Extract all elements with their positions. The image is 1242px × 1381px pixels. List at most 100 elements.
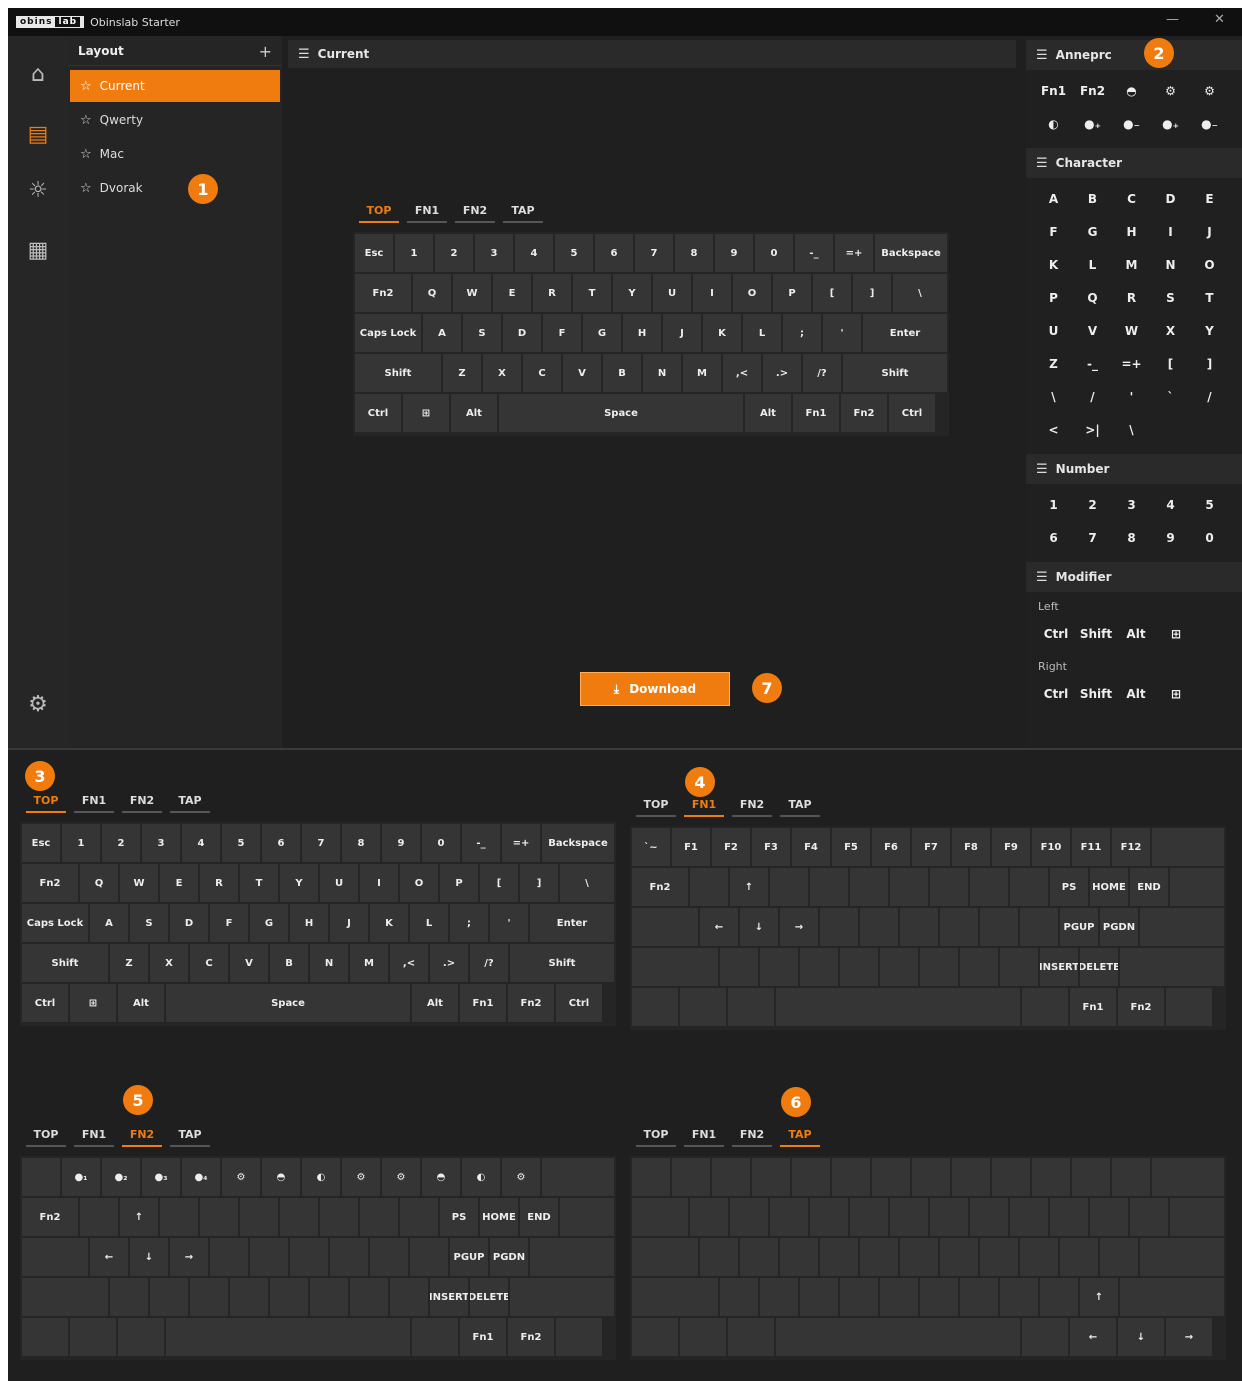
key[interactable]: \ — [893, 274, 947, 312]
key[interactable]: ◓ — [262, 1158, 300, 1196]
tab-fn1[interactable]: FN1 — [70, 1128, 118, 1147]
key[interactable] — [980, 908, 1018, 946]
palette-key[interactable]: ●₊ — [1151, 109, 1190, 138]
palette-key[interactable]: X — [1151, 316, 1190, 345]
key[interactable]: T — [573, 274, 611, 312]
key[interactable]: ' — [490, 904, 528, 942]
palette-key[interactable]: ●₋ — [1190, 109, 1229, 138]
palette-key[interactable]: Q — [1073, 283, 1112, 312]
key[interactable]: X — [483, 354, 521, 392]
key[interactable] — [712, 1158, 750, 1196]
key[interactable]: Alt — [118, 984, 164, 1022]
key[interactable] — [960, 948, 998, 986]
key[interactable]: DELETE — [1080, 948, 1118, 986]
key[interactable] — [200, 1198, 238, 1236]
key[interactable]: -_ — [462, 824, 500, 862]
palette-key[interactable]: Z — [1034, 349, 1073, 378]
close-icon[interactable]: ✕ — [1214, 12, 1225, 27]
key[interactable]: K — [703, 314, 741, 352]
palette-key[interactable]: =+ — [1112, 349, 1151, 378]
key[interactable]: Caps Lock — [22, 904, 88, 942]
key[interactable]: G — [250, 904, 288, 942]
key[interactable]: J — [330, 904, 368, 942]
key[interactable]: [ — [813, 274, 851, 312]
key[interactable]: 0 — [755, 234, 793, 272]
palette-key[interactable]: B — [1073, 184, 1112, 213]
tab-fn2[interactable]: FN2 — [728, 1128, 776, 1147]
key[interactable] — [720, 1278, 758, 1316]
home-icon[interactable]: ⌂ — [20, 56, 56, 92]
key[interactable]: [ — [480, 864, 518, 902]
key[interactable]: ⊞ — [403, 394, 449, 432]
key[interactable]: ⚙ — [222, 1158, 260, 1196]
key[interactable] — [1040, 1278, 1078, 1316]
key[interactable] — [1000, 948, 1038, 986]
key[interactable] — [22, 1238, 88, 1276]
key[interactable] — [280, 1198, 318, 1236]
key[interactable] — [820, 908, 858, 946]
key[interactable] — [310, 1278, 348, 1316]
key[interactable] — [190, 1278, 228, 1316]
key[interactable]: F11 — [1072, 828, 1110, 866]
palette-key[interactable]: Ctrl — [1036, 679, 1076, 708]
key[interactable] — [940, 908, 978, 946]
key[interactable]: ⚙ — [342, 1158, 380, 1196]
key[interactable] — [1120, 1278, 1224, 1316]
key[interactable] — [872, 1158, 910, 1196]
tab-fn2[interactable]: FN2 — [118, 794, 166, 813]
key[interactable]: ↓ — [740, 908, 778, 946]
key[interactable]: ↓ — [130, 1238, 168, 1276]
key[interactable]: `~ — [632, 828, 670, 866]
key[interactable]: Alt — [745, 394, 791, 432]
palette-key[interactable]: ⚙ — [1151, 76, 1190, 105]
key[interactable]: PGUP — [1060, 908, 1098, 946]
key[interactable]: 6 — [595, 234, 633, 272]
key[interactable]: N — [643, 354, 681, 392]
key[interactable] — [230, 1278, 268, 1316]
palette-key[interactable]: ◐ — [1034, 109, 1073, 138]
key[interactable]: B — [603, 354, 641, 392]
key[interactable] — [1170, 1198, 1224, 1236]
key[interactable] — [632, 1278, 718, 1316]
key[interactable] — [952, 1158, 990, 1196]
key[interactable]: /? — [470, 944, 508, 982]
key[interactable]: T — [240, 864, 278, 902]
palette-key[interactable]: \ — [1034, 382, 1073, 411]
key[interactable] — [1170, 868, 1224, 906]
key[interactable]: M — [350, 944, 388, 982]
layout-item[interactable]: ☆ Qwerty — [70, 104, 280, 136]
key[interactable] — [960, 1278, 998, 1316]
key[interactable]: → — [1166, 1318, 1212, 1356]
key[interactable]: 6 — [262, 824, 300, 862]
palette-key[interactable]: R — [1112, 283, 1151, 312]
key[interactable] — [810, 1198, 848, 1236]
key[interactable]: L — [410, 904, 448, 942]
key[interactable] — [776, 988, 1020, 1026]
key[interactable]: Ctrl — [889, 394, 935, 432]
key[interactable]: Alt — [451, 394, 497, 432]
key[interactable]: I — [693, 274, 731, 312]
key[interactable] — [730, 1198, 768, 1236]
key[interactable] — [1120, 948, 1224, 986]
key[interactable]: U — [653, 274, 691, 312]
key[interactable]: W — [453, 274, 491, 312]
key[interactable] — [22, 1158, 60, 1196]
key[interactable]: ●₃ — [142, 1158, 180, 1196]
key[interactable] — [690, 1198, 728, 1236]
key[interactable]: ; — [450, 904, 488, 942]
key[interactable]: Fn2 — [508, 1318, 554, 1356]
key[interactable] — [920, 948, 958, 986]
key[interactable] — [542, 1158, 614, 1196]
key[interactable] — [632, 1158, 670, 1196]
key[interactable]: M — [683, 354, 721, 392]
key[interactable]: Y — [613, 274, 651, 312]
key[interactable]: =+ — [835, 234, 873, 272]
key[interactable]: \ — [560, 864, 614, 902]
key[interactable] — [1000, 1278, 1038, 1316]
key[interactable] — [770, 868, 808, 906]
key[interactable] — [1020, 908, 1058, 946]
key[interactable] — [970, 868, 1008, 906]
tab-tap[interactable]: TAP — [776, 798, 824, 817]
key[interactable] — [880, 1278, 918, 1316]
tab-fn2[interactable]: FN2 — [728, 798, 776, 817]
